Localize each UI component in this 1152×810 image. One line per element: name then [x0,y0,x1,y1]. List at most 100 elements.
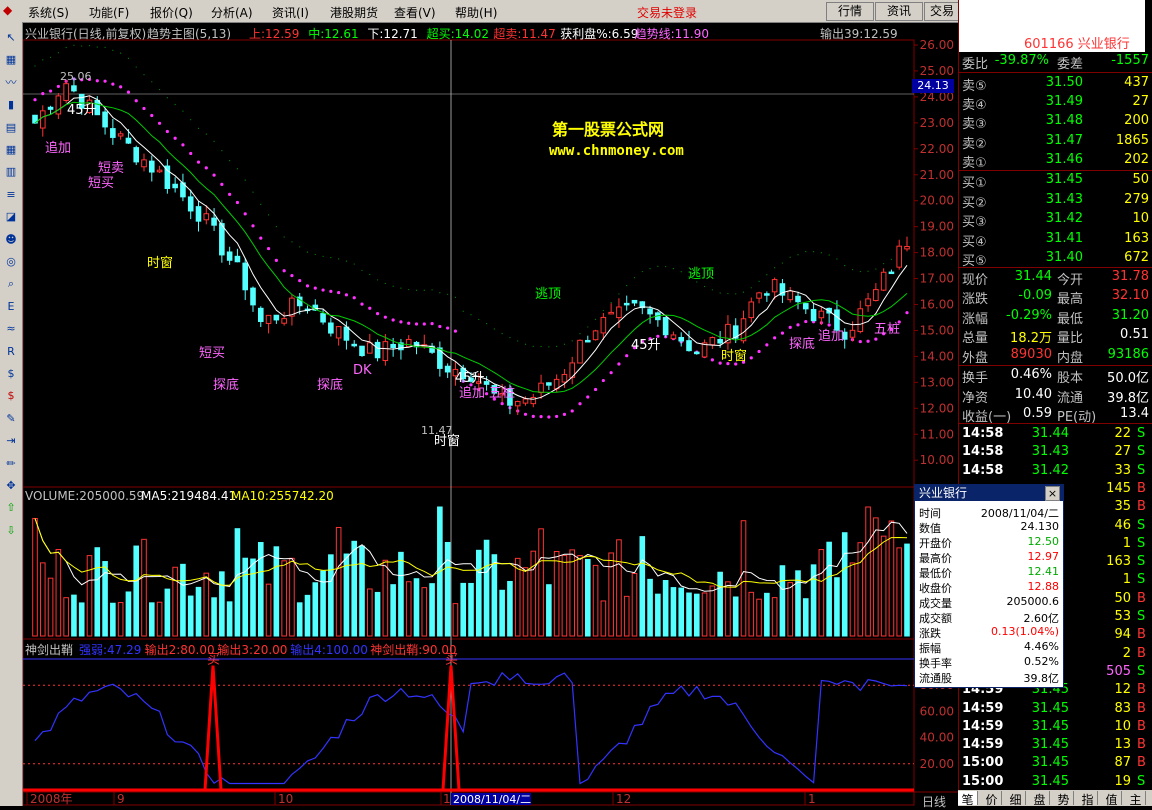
list-icon[interactable]: ≡ [3,187,19,203]
menu-view[interactable]: 查看(V) [394,4,436,21]
table-icon[interactable]: ▥ [3,164,19,180]
band-dot [252,191,254,193]
candle-body [242,262,249,291]
sell-label: 卖① [962,155,987,171]
menu-function[interactable]: 功能(F) [89,4,129,21]
popup-value: 12.97 [1027,550,1060,563]
trend-dot [220,182,224,186]
band-dot [470,314,472,316]
signal-label: 短买 [88,176,114,191]
volume-bar [148,602,155,637]
close-icon[interactable]: × [1045,486,1060,501]
grid-icon[interactable]: ▦ [3,142,19,158]
osc-axis-label: 60.00 [920,704,954,718]
trade-button[interactable]: 交易 [924,2,960,21]
exit-icon[interactable]: ⇥ [3,433,19,449]
search-icon[interactable]: ⌕ [3,276,19,292]
band-dot [127,57,130,59]
band-dot [322,255,324,257]
panel-tab-0[interactable]: 笔 [958,791,978,807]
trend-dot [586,395,590,399]
menu-system[interactable]: 系统(S) [28,4,69,21]
volume-bar [514,557,521,637]
bar-icon[interactable]: ▮ [3,97,19,113]
band-dot [260,203,262,205]
price-axis-label: 18.00 [920,246,954,260]
tick-side: S [1137,444,1146,460]
trend-dot [422,322,426,326]
pencil-icon[interactable]: ✏ [3,456,19,472]
menu-info[interactable]: 资讯(I) [272,4,309,21]
trend-dot [905,311,909,315]
stats-row: 现价 31.44 今开 31.78 [959,269,1152,288]
arrow-icon[interactable]: ↖ [3,30,19,46]
volume-bar [374,591,381,637]
info-key: 净资 [962,390,989,406]
menu-hk-futures[interactable]: 港股期货 [330,4,378,21]
trend-dot [329,289,333,293]
news-button[interactable]: 资讯 [875,2,923,21]
signal-label: 短卖 [98,161,124,176]
chart-area[interactable]: 26.00 25.00 24.00 23.00 22.00 21.00 20.00 19.00… [23,22,958,809]
band-dot [719,292,721,294]
tick-side: B [1137,755,1146,771]
wrench-icon[interactable]: ✎ [3,411,19,427]
band-dot [345,260,348,262]
band-dot [275,226,277,228]
header-value-6: 趋势线:11.90 [634,27,709,41]
trend-dot [430,322,434,326]
app-logo-icon[interactable]: ◆ [3,3,12,17]
period-label[interactable]: 日线 [922,793,946,810]
volume-bar [834,577,840,637]
band-dot [34,65,36,67]
band-dot [439,292,441,294]
band-dot [244,179,246,181]
trend-dot [609,371,613,375]
tick-side: S [1137,663,1146,679]
quote-button[interactable]: 行情 [826,2,874,21]
panel-tab-4[interactable]: 势 [1054,791,1074,807]
panel-tab-7[interactable]: 主 [1126,791,1146,807]
tile-icon[interactable]: ▦ [3,52,19,68]
menu-help[interactable]: 帮助(H) [455,4,497,21]
menu-quote[interactable]: 报价(Q) [150,4,193,21]
wave-icon[interactable]: ≈ [3,321,19,337]
tick-volume: 13 [1114,737,1131,753]
band-dot [151,81,153,83]
candle-body [693,351,700,355]
ranking-icon[interactable]: ▤ [3,120,19,136]
panel-tab-2[interactable]: 细 [1006,791,1026,807]
down-icon[interactable]: ⇩ [3,523,19,539]
band-dot [49,56,52,58]
band-dot [890,258,893,260]
trend-dot [165,129,169,134]
line-icon[interactable]: 〰 [3,75,19,91]
panel-tab-1[interactable]: 价 [982,791,1002,807]
panel-tab-5[interactable]: 指 [1078,791,1098,807]
up-icon[interactable]: ⇧ [3,500,19,516]
candle-body [289,297,295,317]
stat-value: 32.10 [1111,288,1149,304]
trend-dot [142,106,146,111]
tick-volume: 12 [1114,682,1131,698]
tick-price: 31.45 [1031,700,1069,716]
buy-row: 买② 31.43 279 [959,192,1152,211]
move-icon[interactable]: ✥ [3,478,19,494]
menu-analysis[interactable]: 分析(A) [211,4,253,21]
signal-label: 追加 [818,328,844,344]
index-icon[interactable]: ◎ [3,254,19,270]
panel-tab-3[interactable]: 盘 [1030,791,1050,807]
trend-dot [228,192,232,196]
people-icon[interactable]: ☻ [3,232,19,248]
k-line-chart[interactable]: 26.0025.0024.0023.0022.0021.0020.0019.00… [23,22,958,806]
dollar-icon[interactable]: $ [3,388,19,404]
candle-body [756,292,762,299]
money-icon[interactable]: $ [3,366,19,382]
volume-bar [164,588,171,637]
etf-icon[interactable]: E [3,299,19,315]
chart-icon[interactable]: ◪ [3,209,19,225]
rsi-icon[interactable]: R [3,344,19,360]
weicha-label: 委差 [1057,57,1084,72]
volume-bar [429,583,435,637]
panel-tab-6[interactable]: 值 [1102,791,1122,807]
